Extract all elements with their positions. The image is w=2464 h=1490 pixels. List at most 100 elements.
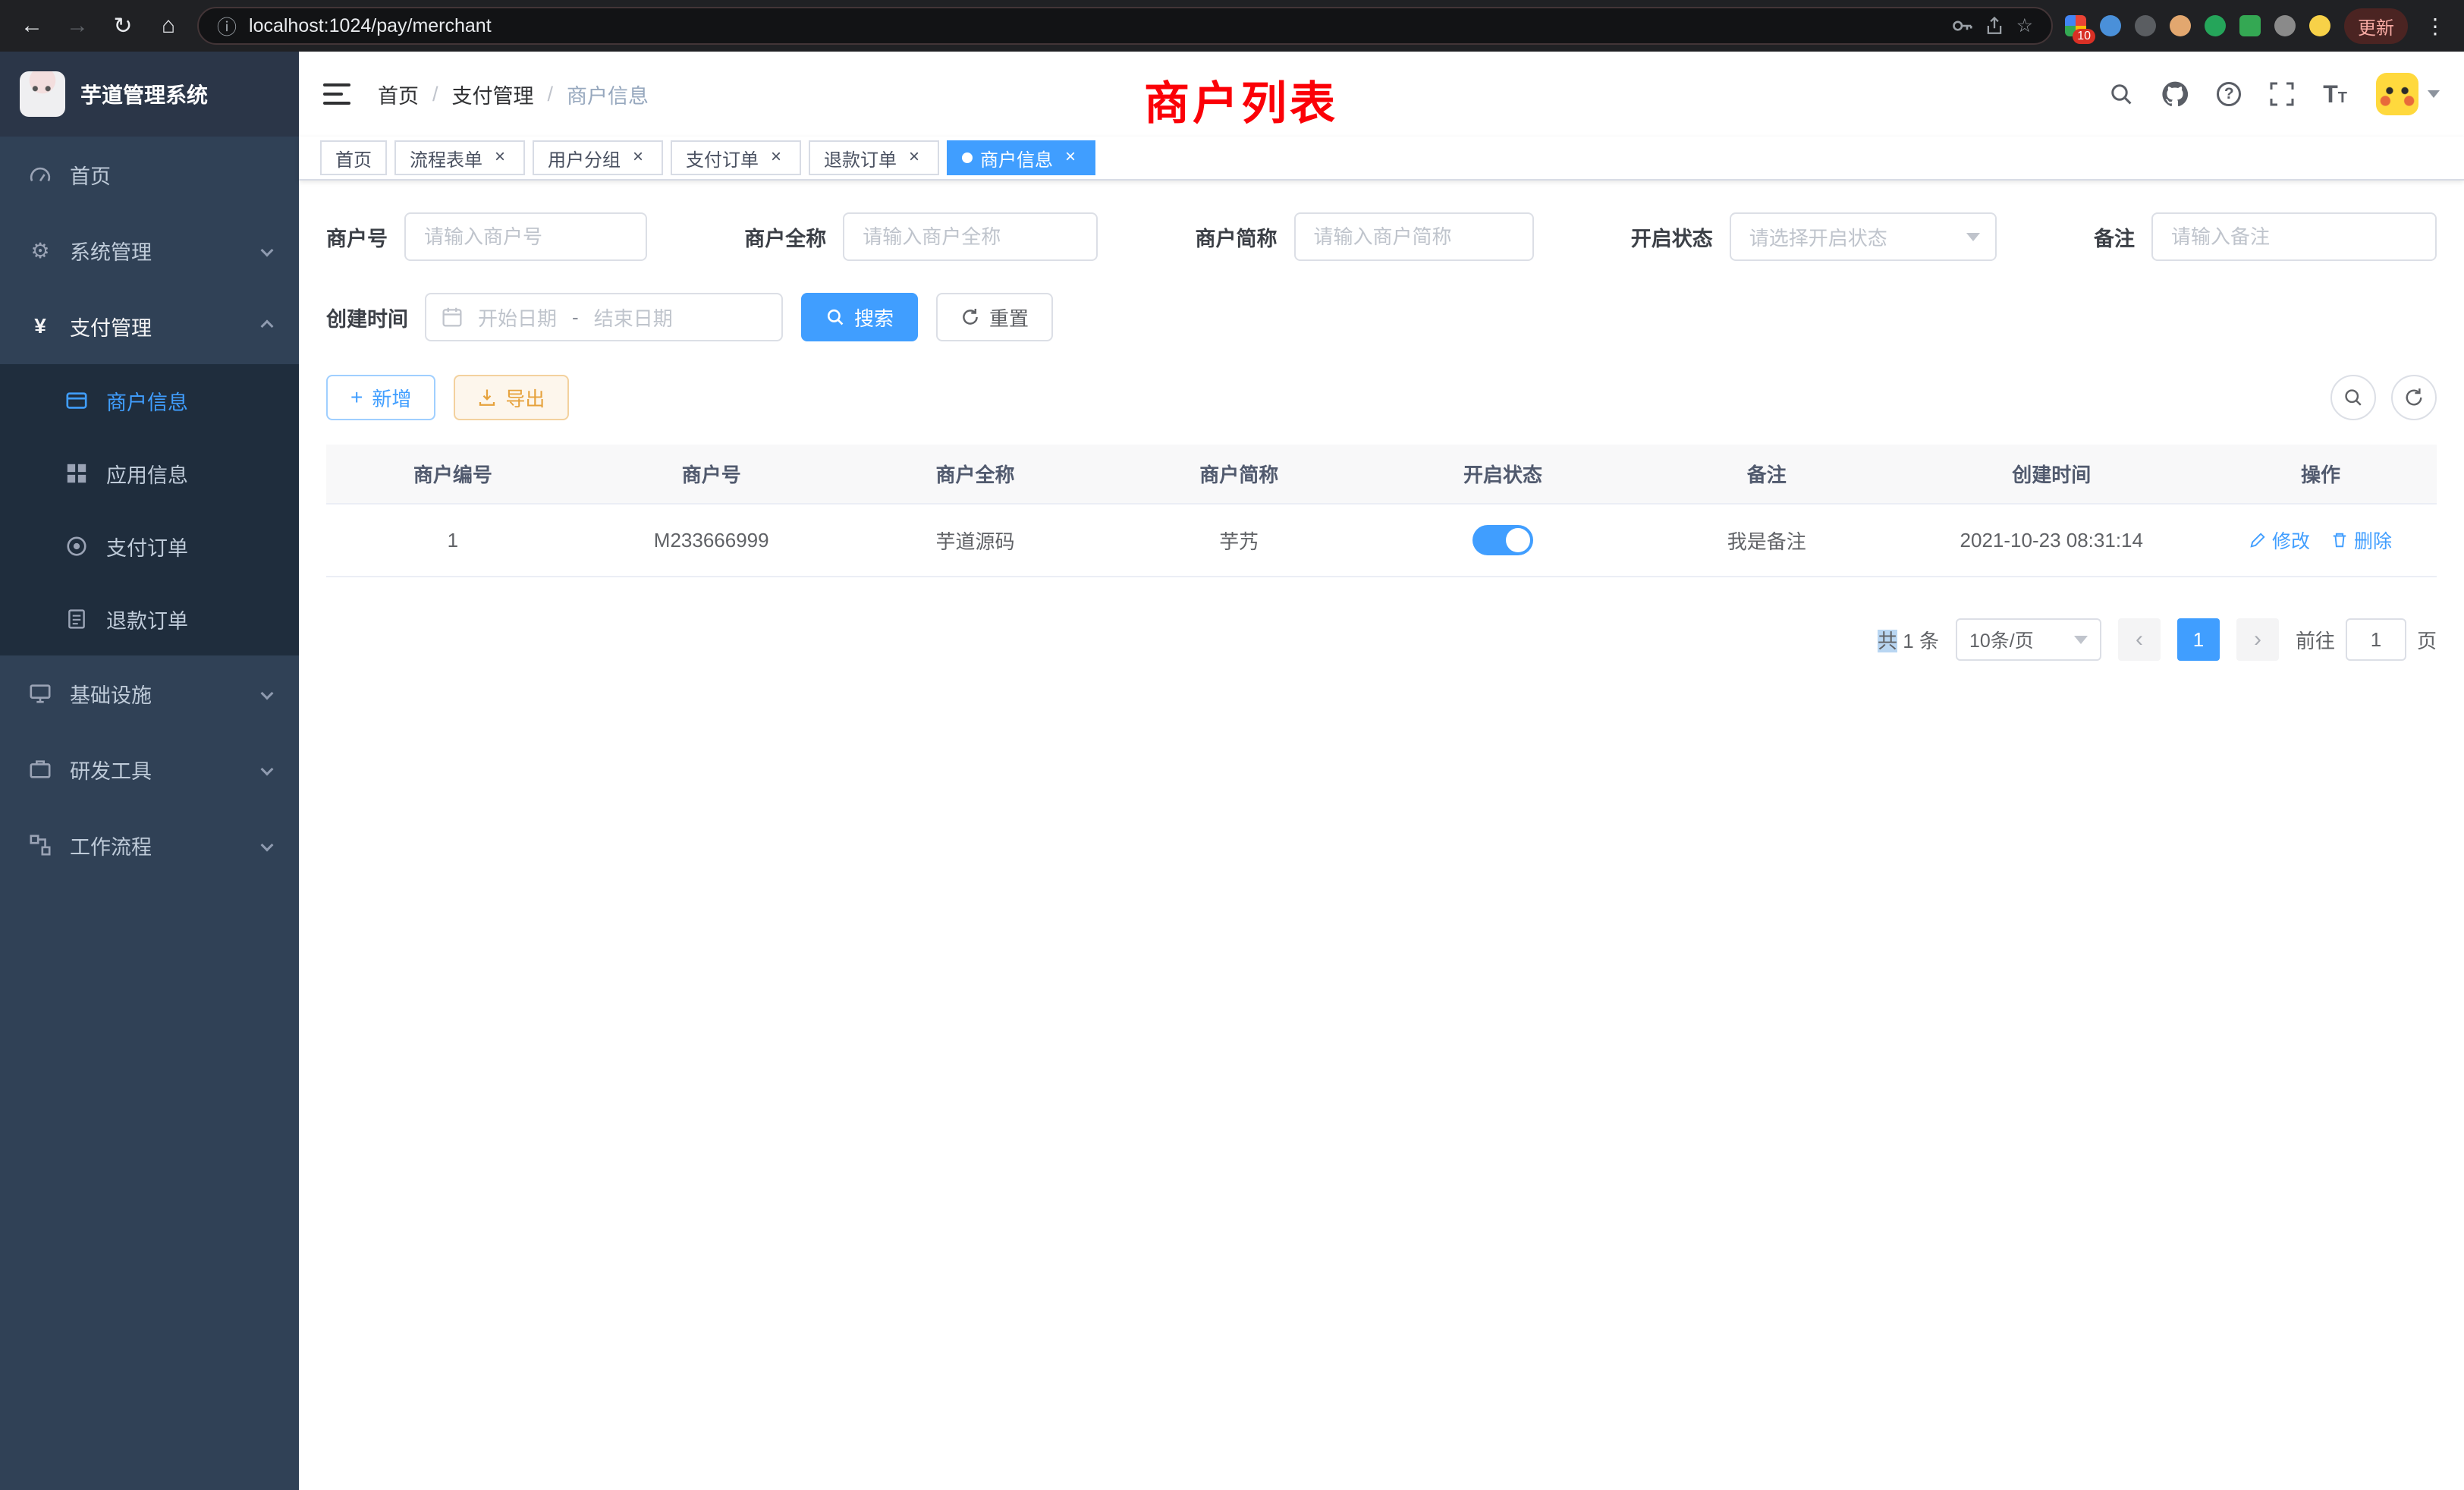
screen: ← → ↻ ⌂ ⓘ localhost:1024/pay/merchant ☆ … (0, 0, 2464, 1490)
extension-blue-icon[interactable] (2100, 15, 2121, 36)
tab-merchant-info[interactable]: 商户信息× (947, 140, 1095, 175)
page-content: 商户号 商户全称 商户简称 开启状态 请选择开启状态 (299, 181, 2464, 1490)
col-header-full-name: 商户全称 (844, 445, 1108, 504)
chevron-down-icon (261, 839, 274, 852)
reset-button[interactable]: 重置 (936, 293, 1053, 341)
create-time-range-picker[interactable]: 开始日期 - 结束日期 (425, 293, 783, 341)
browser-update-button[interactable]: 更新 (2344, 8, 2408, 44)
full-name-label: 商户全称 (744, 222, 826, 252)
plus-icon: + (350, 385, 363, 410)
full-name-input[interactable] (843, 212, 1098, 261)
short-name-input[interactable] (1294, 212, 1534, 261)
reset-button-label: 重置 (989, 303, 1029, 332)
sidebar-item-app-info[interactable]: 应用信息 (0, 437, 299, 510)
font-size-icon[interactable]: TT (2323, 80, 2347, 108)
password-key-icon[interactable] (1951, 15, 1972, 36)
tab-refund-order[interactable]: 退款订单× (809, 140, 939, 175)
page-1-button[interactable]: 1 (2177, 618, 2220, 661)
next-page-button[interactable]: › (2236, 618, 2279, 661)
breadcrumb-home[interactable]: 首页 (378, 80, 419, 109)
close-icon[interactable]: × (1061, 148, 1080, 168)
app-logo[interactable]: 芋道管理系统 (0, 52, 299, 137)
tab-pay-order[interactable]: 支付订单× (671, 140, 801, 175)
browser-back-button[interactable]: ← (15, 9, 49, 42)
extension-yellow-icon[interactable] (2309, 15, 2330, 36)
cell-create-time: 2021-10-23 08:31:14 (1899, 504, 2205, 577)
share-icon[interactable] (1985, 16, 2004, 36)
fullscreen-icon[interactable] (2270, 82, 2294, 106)
sidebar-item-label: 研发工具 (70, 755, 152, 784)
goto-page-input[interactable] (2346, 618, 2406, 661)
extension-green-square-icon[interactable] (2239, 15, 2261, 36)
browser-reload-button[interactable]: ↻ (106, 9, 140, 42)
close-icon[interactable]: × (766, 148, 786, 168)
header-search-icon[interactable] (2109, 82, 2133, 106)
search-button[interactable]: 搜索 (801, 293, 918, 341)
sidebar-item-pay[interactable]: ¥ 支付管理 (0, 288, 299, 364)
delete-link-label: 删除 (2354, 527, 2392, 554)
close-icon[interactable]: × (490, 148, 510, 168)
add-button[interactable]: + 新增 (326, 375, 435, 420)
extension-badge: 10 (2073, 29, 2095, 44)
sidebar-item-merchant-info[interactable]: 商户信息 (0, 364, 299, 437)
close-icon[interactable]: × (628, 148, 648, 168)
sidebar-item-refund-order[interactable]: 退款订单 (0, 583, 299, 655)
sidebar: 芋道管理系统 首页 ⚙ 系统管理 ¥ 支付管理 (0, 52, 299, 1490)
sidebar-item-pay-order[interactable]: 支付订单 (0, 510, 299, 583)
prev-page-button[interactable]: ‹ (2118, 618, 2161, 661)
browser-home-button[interactable]: ⌂ (152, 9, 185, 42)
avatar (2376, 73, 2418, 115)
merchant-no-input[interactable] (404, 212, 647, 261)
merchant-table: 商户编号 商户号 商户全称 商户简称 开启状态 备注 创建时间 操作 1 (326, 445, 2437, 577)
extension-green-circle-icon[interactable] (2205, 15, 2226, 36)
edit-link[interactable]: 修改 (2249, 527, 2310, 554)
extension-dark-icon[interactable] (2135, 15, 2156, 36)
extension-avatar-icon[interactable] (2170, 15, 2191, 36)
refresh-table-button[interactable] (2391, 375, 2437, 420)
app-title: 芋道管理系统 (80, 79, 208, 109)
pagination: 共 1 条 10条/页 ‹ 1 › 前往 页 (326, 618, 2437, 661)
extension-pin-icon[interactable] (2274, 15, 2296, 36)
browser-menu-icon[interactable]: ⋮ (2422, 14, 2449, 39)
sidebar-item-label: 退款订单 (106, 605, 188, 634)
status-select[interactable]: 请选择开启状态 (1730, 212, 1997, 261)
github-icon[interactable] (2162, 81, 2188, 107)
user-menu[interactable] (2376, 73, 2440, 115)
sidebar-item-infra[interactable]: 基础设施 (0, 655, 299, 731)
breadcrumb-pay[interactable]: 支付管理 (452, 80, 534, 109)
bookmark-star-icon[interactable]: ☆ (2016, 14, 2033, 37)
sidebar-item-devtools[interactable]: 研发工具 (0, 731, 299, 807)
remark-label: 备注 (2094, 222, 2135, 252)
cell-short-name: 芋艿 (1107, 504, 1371, 577)
extension-grid-icon[interactable]: 10 (2065, 15, 2086, 36)
goto-label: 前往 (2296, 626, 2335, 654)
col-header-remark: 备注 (1635, 445, 1899, 504)
active-dot (962, 152, 973, 163)
tab-process-form[interactable]: 流程表单× (394, 140, 525, 175)
yen-icon: ¥ (27, 314, 53, 338)
col-header-short-name: 商户简称 (1107, 445, 1371, 504)
tab-user-group[interactable]: 用户分组× (533, 140, 663, 175)
browser-forward-button[interactable]: → (61, 9, 94, 42)
page-size-select[interactable]: 10条/页 (1956, 618, 2101, 661)
short-name-label: 商户简称 (1196, 222, 1278, 252)
close-icon[interactable]: × (904, 148, 924, 168)
export-button[interactable]: 导出 (454, 375, 569, 420)
logo-image (20, 71, 65, 117)
remark-input[interactable] (2151, 212, 2437, 261)
help-icon[interactable]: ? (2217, 82, 2241, 106)
address-bar[interactable]: ⓘ localhost:1024/pay/merchant ☆ (197, 7, 2053, 45)
sidebar-toggle-icon[interactable] (323, 83, 350, 105)
delete-link[interactable]: 删除 (2331, 527, 2392, 554)
site-info-icon[interactable]: ⓘ (217, 12, 237, 40)
page-annotation: 商户列表 (1144, 67, 1338, 133)
sidebar-item-label: 支付管理 (70, 312, 152, 341)
sidebar-item-system[interactable]: ⚙ 系统管理 (0, 212, 299, 288)
goto-unit: 页 (2417, 626, 2437, 654)
sidebar-item-workflow[interactable]: 工作流程 (0, 807, 299, 883)
breadcrumb-separator: / (548, 83, 554, 106)
toggle-search-button[interactable] (2330, 375, 2376, 420)
status-toggle[interactable] (1472, 525, 1533, 555)
sidebar-item-home[interactable]: 首页 (0, 137, 299, 212)
tab-home[interactable]: 首页 (320, 140, 387, 175)
